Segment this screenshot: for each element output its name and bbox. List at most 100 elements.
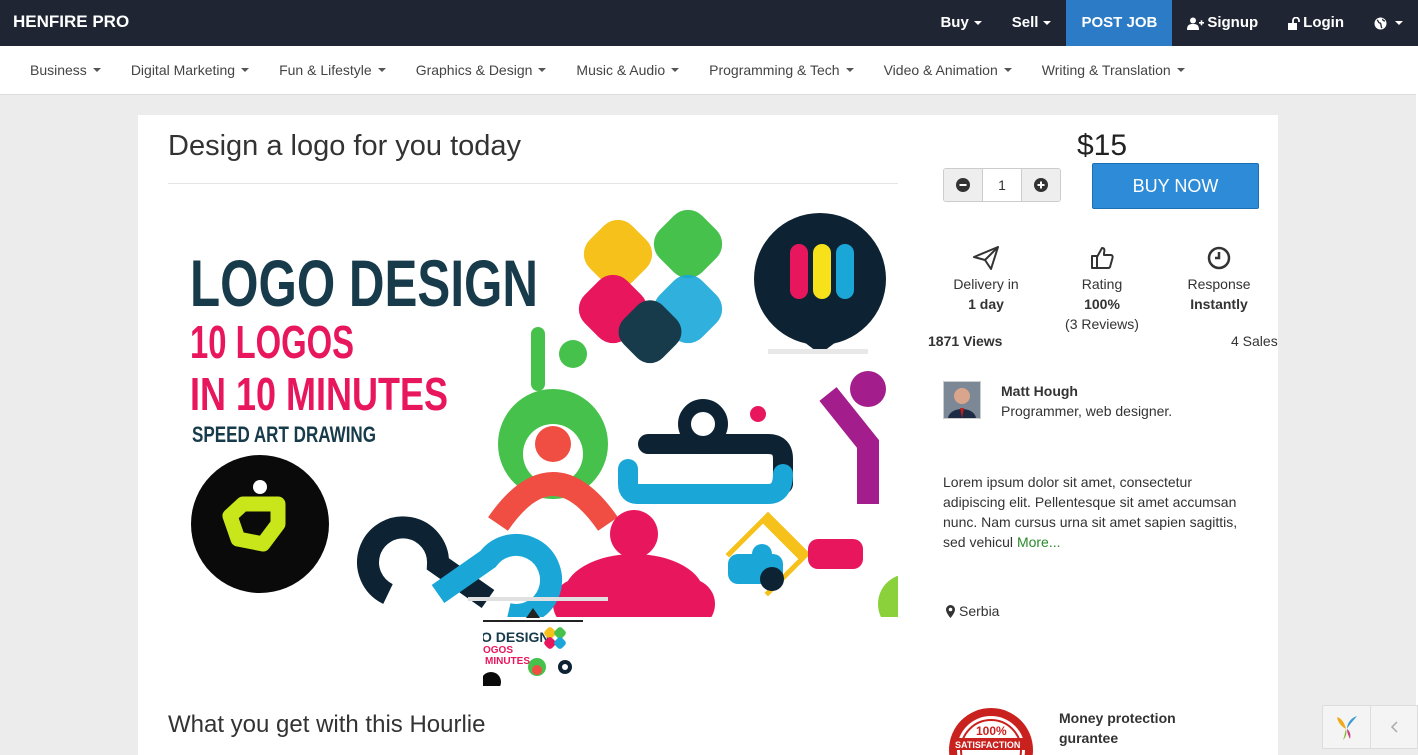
money-protection-line2: gurantee bbox=[1059, 730, 1119, 746]
thumbnail-pointer bbox=[526, 608, 540, 618]
artwork-headline: LOGO DESIGN bbox=[190, 246, 538, 320]
signup-label: Signup bbox=[1207, 14, 1259, 31]
gig-thumbnail[interactable]: O DESIGN OGOS MINUTES bbox=[483, 620, 583, 686]
category-navbar: Business Digital Marketing Fun & Lifestyle… bbox=[0, 46, 1418, 95]
caret-down-icon bbox=[671, 68, 680, 72]
caret-down-icon bbox=[1395, 21, 1403, 25]
thumbnail-artwork: O DESIGN OGOS MINUTES bbox=[483, 627, 572, 686]
sell-menu[interactable]: Sell bbox=[997, 0, 1067, 46]
caret-down-icon bbox=[92, 68, 101, 72]
seller-name[interactable]: Matt Hough bbox=[1001, 383, 1078, 399]
avatar-photo bbox=[944, 382, 980, 418]
category-menu-item[interactable]: Writing & Translation bbox=[1027, 62, 1200, 78]
money-protection-line1: Money protection bbox=[1059, 710, 1176, 726]
caret-down-icon bbox=[1043, 21, 1052, 25]
rating-label: Rating bbox=[1081, 276, 1123, 292]
sell-menu-label: Sell bbox=[1011, 14, 1039, 31]
gig-main-image[interactable]: LOGO DESIGN 10 LOGOS IN 10 MINUTES SPEED… bbox=[168, 204, 898, 617]
category-label: Music & Audio bbox=[576, 62, 666, 78]
signup-link[interactable]: Signup bbox=[1172, 0, 1273, 46]
clock-icon bbox=[1207, 246, 1231, 270]
category-menu-item[interactable]: Graphics & Design bbox=[401, 62, 562, 78]
buy-now-button[interactable]: BUY NOW bbox=[1092, 163, 1259, 209]
login-label: Login bbox=[1303, 14, 1344, 31]
delivery-value: 1 day bbox=[968, 296, 1004, 312]
satisfaction-badge: 100% SATISFACTION bbox=[946, 705, 1036, 755]
section-heading: What you get with this Hourlie bbox=[168, 711, 486, 738]
post-job-button[interactable]: POST JOB bbox=[1066, 0, 1173, 46]
caret-down-icon bbox=[973, 21, 982, 25]
paper-plane-icon bbox=[973, 246, 999, 270]
divider bbox=[168, 183, 898, 184]
post-job-label: POST JOB bbox=[1081, 14, 1158, 31]
delivery-stat: Delivery in 1 day bbox=[926, 240, 1046, 314]
minus-circle-icon bbox=[956, 178, 970, 192]
category-list: Business Digital Marketing Fun & Lifestyle… bbox=[0, 46, 1418, 94]
globe-icon bbox=[1374, 17, 1387, 29]
yii-logo-icon bbox=[1336, 716, 1357, 740]
yii-logo-button[interactable] bbox=[1322, 705, 1372, 749]
category-label: Writing & Translation bbox=[1041, 62, 1171, 78]
add-user-icon bbox=[1187, 17, 1205, 30]
response-stat: Response Instantly bbox=[1159, 240, 1279, 314]
response-label: Response bbox=[1187, 276, 1251, 292]
rating-stat: Rating 100% (3 Reviews) bbox=[1042, 240, 1162, 334]
top-nav-menu: Buy Sell POST JOB Signup Login bbox=[925, 0, 1418, 46]
buy-menu[interactable]: Buy bbox=[925, 0, 996, 46]
category-label: Business bbox=[30, 62, 87, 78]
seller-location: Serbia bbox=[946, 603, 999, 619]
debug-toolbar-widget bbox=[1322, 705, 1418, 749]
category-menu-item[interactable]: Video & Animation bbox=[869, 62, 1027, 78]
caret-down-icon bbox=[377, 68, 386, 72]
sales-count: 4 Sales bbox=[1231, 333, 1278, 349]
language-menu[interactable] bbox=[1359, 0, 1418, 46]
unlock-icon bbox=[1288, 16, 1301, 30]
category-label: Digital Marketing bbox=[130, 62, 236, 78]
category-menu-item[interactable]: Digital Marketing bbox=[116, 62, 264, 78]
satisfaction-seal: 100% SATISFACTION bbox=[949, 708, 1033, 755]
top-navbar: HENFIRE PRO Buy Sell POST JOB Signup Log… bbox=[0, 0, 1418, 46]
caret-down-icon bbox=[1003, 68, 1012, 72]
plus-circle-icon bbox=[1034, 178, 1048, 192]
money-protection: Money protection gurantee bbox=[1059, 708, 1176, 748]
category-menu-item[interactable]: Programming & Tech bbox=[694, 62, 868, 78]
increase-quantity-button[interactable] bbox=[1022, 169, 1060, 201]
badge-satisfaction: SATISFACTION bbox=[955, 740, 1020, 750]
category-label: Graphics & Design bbox=[415, 62, 533, 78]
artwork-line2: 10 LOGOS bbox=[190, 316, 354, 368]
location-text: Serbia bbox=[959, 603, 1000, 619]
thumb-line2: OGOS bbox=[483, 645, 513, 656]
rating-reviews[interactable]: (3 Reviews) bbox=[1042, 314, 1162, 334]
login-link[interactable]: Login bbox=[1273, 0, 1359, 46]
more-link[interactable]: More... bbox=[1017, 534, 1061, 550]
thumbs-up-icon bbox=[1091, 247, 1114, 269]
rating-value: 100% bbox=[1084, 296, 1120, 312]
logo-design-artwork: LOGO DESIGN 10 LOGOS IN 10 MINUTES SPEED… bbox=[190, 209, 898, 617]
caret-down-icon bbox=[1176, 68, 1185, 72]
caret-down-icon bbox=[538, 68, 547, 72]
badge-percent: 100% bbox=[976, 724, 1007, 738]
chevron-left-icon bbox=[1391, 721, 1398, 733]
brand-logo[interactable]: HENFIRE PRO bbox=[13, 12, 129, 32]
category-menu-item[interactable]: Music & Audio bbox=[561, 62, 694, 78]
artwork-line4: SPEED ART DRAWING bbox=[192, 422, 376, 447]
category-label: Programming & Tech bbox=[709, 62, 840, 78]
collapse-toolbar-button[interactable] bbox=[1371, 705, 1418, 749]
seller-avatar[interactable] bbox=[943, 381, 981, 419]
buy-menu-label: Buy bbox=[940, 14, 969, 31]
seller-role: Programmer, web designer. bbox=[1001, 403, 1173, 419]
seller-description: Lorem ipsum dolor sit amet, consectetur … bbox=[943, 472, 1253, 552]
gig-card: Design a logo for you today LOGO DESIGN … bbox=[138, 115, 1278, 755]
caret-down-icon bbox=[241, 68, 250, 72]
gig-title: Design a logo for you today bbox=[168, 130, 522, 162]
artwork-line3: IN 10 MINUTES bbox=[190, 368, 448, 420]
views-count: 1871 Views bbox=[928, 333, 1003, 349]
category-menu-item[interactable]: Business bbox=[15, 62, 116, 78]
seller-description-text: Lorem ipsum dolor sit amet, consectetur … bbox=[943, 474, 1238, 550]
quantity-value[interactable]: 1 bbox=[982, 169, 1022, 201]
thumb-line1: O DESIGN bbox=[483, 629, 549, 645]
category-menu-item[interactable]: Fun & Lifestyle bbox=[264, 62, 401, 78]
delivery-label: Delivery in bbox=[953, 276, 1019, 292]
decrease-quantity-button[interactable] bbox=[944, 169, 982, 201]
category-label: Fun & Lifestyle bbox=[279, 62, 372, 78]
